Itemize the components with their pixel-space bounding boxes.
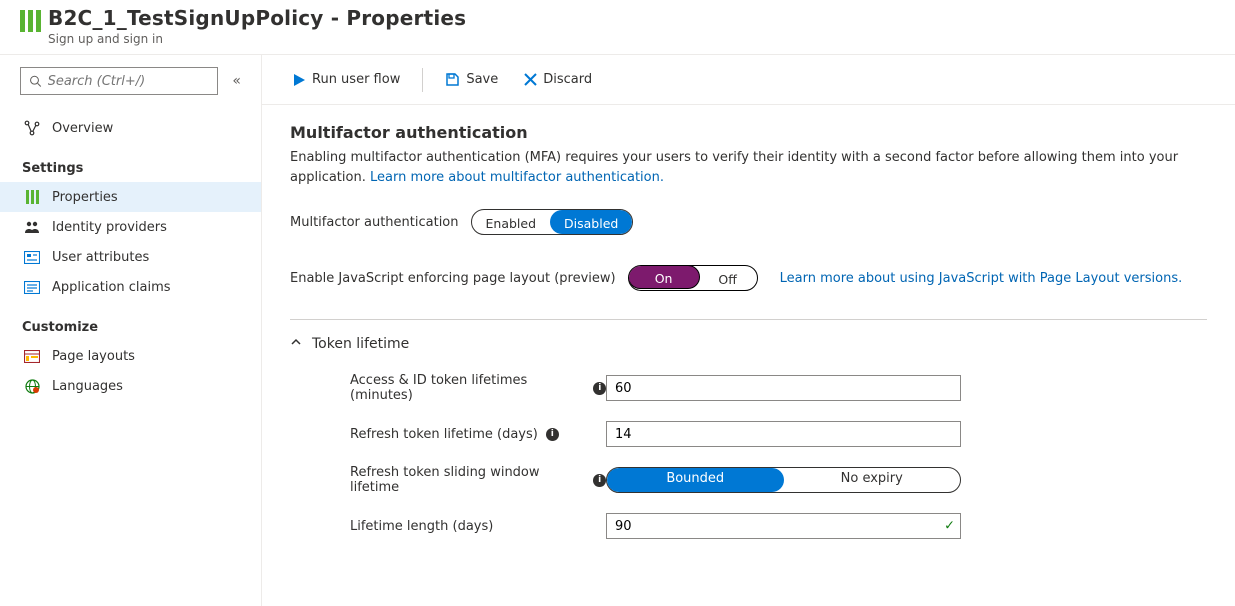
search-input[interactable] (48, 74, 210, 89)
nav-label: User attributes (52, 250, 149, 265)
search-icon (29, 74, 42, 88)
nav-label: Application claims (52, 280, 171, 295)
info-icon[interactable]: i (546, 428, 559, 441)
mfa-enabled-option[interactable]: Enabled (472, 210, 551, 234)
identity-providers-icon (22, 219, 42, 235)
access-token-input[interactable] (606, 375, 961, 401)
page-title: B2C_1_TestSignUpPolicy - Properties (48, 6, 466, 30)
token-lifetime-title: Token lifetime (312, 336, 409, 352)
overview-icon (22, 120, 42, 136)
sliding-window-toggle[interactable]: Bounded No expiry (606, 467, 961, 493)
mfa-toggle[interactable]: Enabled Disabled (471, 209, 634, 235)
access-token-label: Access & ID token lifetimes (minutes) (350, 373, 585, 403)
collapse-sidebar-icon[interactable]: « (232, 73, 241, 89)
refresh-token-input[interactable] (606, 421, 961, 447)
nav-overview[interactable]: Overview (0, 113, 261, 143)
js-field-label: Enable JavaScript enforcing page layout … (290, 271, 616, 286)
js-off-option[interactable]: Off (699, 266, 757, 290)
nav-languages[interactable]: Languages (0, 371, 261, 401)
refresh-token-label: Refresh token lifetime (days) (350, 427, 538, 442)
toolbar-separator (422, 68, 423, 92)
info-icon[interactable]: i (593, 474, 606, 487)
nav-page-layouts[interactable]: Page layouts (0, 341, 261, 371)
nav-identity-providers[interactable]: Identity providers (0, 212, 261, 242)
token-lifetime-expander[interactable]: Token lifetime (290, 336, 1207, 352)
run-user-flow-button[interactable]: Run user flow (284, 66, 408, 93)
toolbar-label: Run user flow (312, 72, 400, 87)
languages-icon (22, 378, 42, 394)
nav-section-customize: Customize (0, 302, 261, 341)
search-box[interactable] (20, 67, 218, 95)
toolbar: Run user flow Save Discard (262, 55, 1235, 105)
check-icon: ✓ (944, 519, 955, 534)
mfa-disabled-option[interactable]: Disabled (550, 210, 632, 234)
chevron-up-icon (290, 336, 302, 352)
js-toggle[interactable]: On Off (628, 265, 758, 291)
toolbar-label: Save (466, 72, 498, 87)
save-icon (445, 72, 460, 87)
nav-label: Properties (52, 190, 118, 205)
nav-section-settings: Settings (0, 143, 261, 182)
application-claims-icon (22, 279, 42, 295)
policy-icon (20, 10, 44, 36)
page-layouts-icon (22, 348, 42, 364)
mfa-learn-more-link[interactable]: Learn more about multifactor authenticat… (370, 170, 664, 185)
lifetime-length-input[interactable] (606, 513, 961, 539)
discard-icon (524, 73, 537, 86)
sliding-bounded-option[interactable]: Bounded (607, 468, 784, 492)
nav-user-attributes[interactable]: User attributes (0, 242, 261, 272)
play-icon (292, 73, 306, 87)
nav-label: Languages (52, 379, 123, 394)
mfa-description: Enabling multifactor authentication (MFA… (290, 148, 1207, 187)
nav-application-claims[interactable]: Application claims (0, 272, 261, 302)
info-icon[interactable]: i (593, 382, 606, 395)
nav-properties[interactable]: Properties (0, 182, 261, 212)
mfa-field-label: Multifactor authentication (290, 215, 459, 230)
nav-label: Identity providers (52, 220, 167, 235)
save-button[interactable]: Save (437, 66, 506, 93)
discard-button[interactable]: Discard (516, 66, 600, 93)
properties-icon (22, 189, 42, 205)
page-header: B2C_1_TestSignUpPolicy - Properties Sign… (0, 0, 1235, 55)
page-subtitle: Sign up and sign in (48, 32, 466, 46)
sidebar: « Overview Settings Properties Identity … (0, 55, 262, 606)
toolbar-label: Discard (543, 72, 592, 87)
user-attributes-icon (22, 249, 42, 265)
nav-label: Page layouts (52, 349, 135, 364)
js-learn-more-link[interactable]: Learn more about using JavaScript with P… (780, 271, 1183, 286)
sliding-noexpiry-option[interactable]: No expiry (784, 468, 961, 492)
main-pane: Run user flow Save Discard Multifactor a… (262, 55, 1235, 606)
js-on-option[interactable]: On (628, 265, 700, 289)
nav-label: Overview (52, 121, 113, 136)
sliding-window-label: Refresh token sliding window lifetime (350, 465, 585, 495)
lifetime-length-label: Lifetime length (days) (350, 519, 493, 534)
mfa-section-title: Multifactor authentication (290, 123, 1207, 142)
